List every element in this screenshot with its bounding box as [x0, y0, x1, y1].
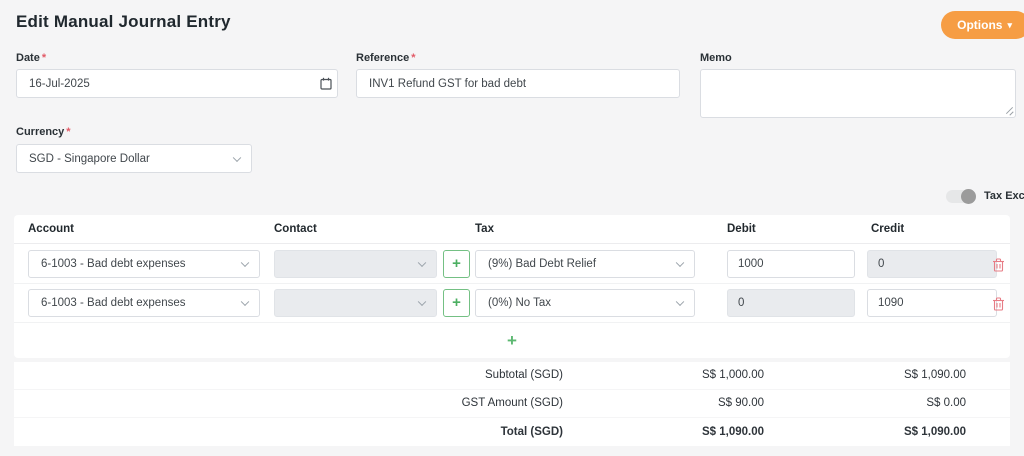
reference-input[interactable] [356, 69, 680, 98]
reference-label: Reference* [356, 52, 415, 64]
credit-input [867, 250, 997, 278]
total-debit-value: S$ 1,090.00 [564, 418, 764, 446]
gst-amount-label: GST Amount (SGD) [263, 390, 563, 417]
tax-select-value: (0%) No Tax [488, 297, 551, 309]
currency-select-value: SGD - Singapore Dollar [29, 153, 150, 165]
chevron-down-icon: ▾ [1007, 21, 1012, 30]
tax-select[interactable]: (0%) No Tax [475, 289, 695, 317]
journal-lines-table: Account Contact Tax Debit Credit 6-1003 … [14, 215, 1010, 358]
column-header-account: Account [28, 215, 74, 244]
add-contact-button[interactable]: + [443, 289, 470, 317]
account-select[interactable]: 6-1003 - Bad debt expenses [28, 289, 260, 317]
column-header-contact: Contact [274, 215, 317, 244]
account-select-value: 6-1003 - Bad debt expenses [41, 258, 186, 270]
add-contact-cell: + [443, 289, 470, 317]
debit-input[interactable] [727, 250, 855, 278]
memo-textarea[interactable] [700, 69, 1016, 118]
tax-select[interactable]: (9%) Bad Debt Relief [475, 250, 695, 278]
table-row: 6-1003 - Bad debt expenses + (0%) No Tax [14, 284, 1010, 323]
total-row: Total (SGD) S$ 1,090.00 S$ 1,090.00 [14, 418, 1010, 446]
required-asterisk: * [42, 52, 46, 64]
column-header-credit: Credit [871, 215, 904, 244]
add-row-area: + [14, 323, 1010, 358]
subtotal-row: Subtotal (SGD) S$ 1,000.00 S$ 1,090.00 [14, 362, 1010, 389]
add-contact-button[interactable]: + [443, 250, 470, 278]
chevron-down-icon [233, 153, 241, 161]
trash-icon [992, 258, 1008, 272]
tax-select-value: (9%) Bad Debt Relief [488, 258, 596, 270]
gst-amount-credit-value: S$ 0.00 [766, 390, 966, 417]
chevron-down-icon [676, 298, 684, 306]
required-asterisk: * [66, 126, 70, 138]
credit-cell [867, 250, 997, 278]
currency-select[interactable]: SGD - Singapore Dollar [16, 144, 252, 173]
total-credit-value: S$ 1,090.00 [766, 418, 966, 446]
contact-select [274, 289, 437, 317]
subtotal-credit-value: S$ 1,090.00 [766, 362, 966, 389]
gst-amount-debit-value: S$ 90.00 [564, 390, 764, 417]
credit-cell [867, 289, 997, 317]
chevron-down-icon [418, 259, 426, 267]
total-label: Total (SGD) [263, 418, 563, 446]
options-button-label: Options [957, 18, 1002, 32]
required-asterisk: * [411, 52, 415, 64]
chevron-down-icon [241, 298, 249, 306]
delete-row-button[interactable] [992, 296, 1008, 312]
add-contact-cell: + [443, 250, 470, 278]
account-select-value: 6-1003 - Bad debt expenses [41, 297, 186, 309]
plus-icon: + [507, 331, 517, 350]
table-header-row: Account Contact Tax Debit Credit [14, 215, 1010, 244]
table-row: 6-1003 - Bad debt expenses + (9%) Bad De… [14, 245, 1010, 284]
tax-exclusive-toggle[interactable] [946, 190, 975, 203]
add-row-button[interactable]: + [497, 323, 527, 358]
chevron-down-icon [418, 298, 426, 306]
page-title: Edit Manual Journal Entry [16, 12, 231, 32]
subtotal-label: Subtotal (SGD) [263, 362, 563, 389]
gst-amount-row: GST Amount (SGD) S$ 90.00 S$ 0.00 [14, 390, 1010, 417]
credit-input[interactable] [867, 289, 997, 317]
debit-cell [727, 289, 855, 317]
currency-label: Currency* [16, 126, 71, 138]
chevron-down-icon [241, 259, 249, 267]
options-button[interactable]: Options ▾ [941, 11, 1024, 39]
account-select[interactable]: 6-1003 - Bad debt expenses [28, 250, 260, 278]
trash-icon [992, 297, 1008, 311]
memo-label: Memo [700, 52, 732, 64]
date-input[interactable] [16, 69, 338, 98]
column-header-tax: Tax [475, 215, 494, 244]
contact-select [274, 250, 437, 278]
date-label: Date* [16, 52, 46, 64]
tax-exclusive-label: Tax Exclusive [984, 190, 1024, 202]
toggle-knob [961, 189, 976, 204]
debit-cell [727, 250, 855, 278]
debit-input [727, 289, 855, 317]
subtotal-debit-value: S$ 1,000.00 [564, 362, 764, 389]
calendar-icon[interactable] [320, 77, 332, 90]
tax-exclusive-row: Tax Exclusive [946, 188, 1024, 204]
column-header-debit: Debit [727, 215, 756, 244]
edit-manual-journal-entry-page: Edit Manual Journal Entry Options ▾ Date… [0, 0, 1024, 456]
chevron-down-icon [676, 259, 684, 267]
delete-row-button[interactable] [992, 257, 1008, 273]
